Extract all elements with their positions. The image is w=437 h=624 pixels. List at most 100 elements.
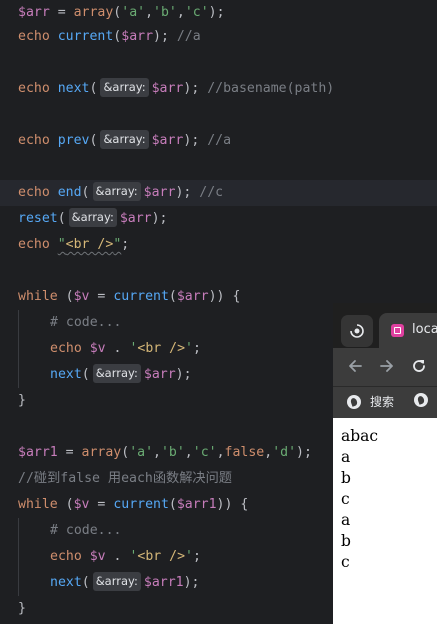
keyword-while: while [18,289,58,304]
bookmark-label: 搜索 [370,395,395,409]
reload-icon [413,360,425,372]
function-reset: reset [18,211,58,226]
bookmark-globe-icon [414,393,428,407]
keyword-echo: echo [18,185,50,200]
var-arr: $arr [151,81,184,96]
html-tag: <br /> [65,237,114,252]
bookmark-globe-icon [347,394,361,409]
function-next: next [50,575,82,590]
comment: //c [199,185,224,200]
quote: ' [185,549,193,564]
keyword-echo: echo [18,133,50,148]
comment: //a [207,133,232,148]
output-line: b [341,532,351,550]
operator: = [49,5,74,20]
keyword-false: false [224,445,265,460]
html-tag: <br /> [137,549,186,564]
tab-search-icon [350,324,364,338]
paren: ); [208,5,225,20]
code-line-1[interactable]: $arr = array('a','b','c'); [0,0,437,26]
var-arr: $arr [143,185,176,200]
var-arr: $arr [151,133,184,148]
code-line-2[interactable]: echo current($arr); //a [0,24,437,50]
var-arr1: $arr1 [18,445,58,460]
parameter-hint: &array: [92,363,141,383]
var-v: $v [73,497,90,512]
keyword-echo: echo [18,29,50,44]
quote: ' [185,341,193,356]
string: 'a' [129,445,154,460]
output-line: a [341,511,351,529]
string: 'c' [192,445,217,460]
keyword-echo: echo [18,237,50,252]
var-arr: $arr [121,29,154,44]
var-v: $v [89,549,106,564]
tab-title: loca [412,322,437,337]
output-line: abac [341,427,379,445]
comment: # code... [50,315,122,330]
favicon-icon [391,324,404,337]
html-string: "<br />" [58,237,122,252]
parameter-hint: &array: [92,181,141,201]
var-arr: $arr [176,289,209,304]
parameter-hint: &array: [100,77,149,97]
function-current: current [57,29,114,44]
reload-button[interactable] [409,356,429,376]
function-next: next [57,81,90,96]
forward-arrow-icon [380,360,393,372]
var-arr1: $arr1 [176,497,217,512]
code-line-4[interactable]: echo next(&array: $arr); //basename(path) [0,76,437,102]
parameter-hint: &array: [100,129,149,149]
function-prev: prev [57,133,90,148]
code-line-10[interactable]: echo "<br />"; [0,232,437,258]
var-arr: $arr [119,211,152,226]
browser-tab-bar: loca [333,303,437,348]
comment: //碰到false 用each函数解决问题 [18,471,232,486]
comment: # code... [50,523,122,538]
browser-toolbar [333,348,437,386]
string: 'c' [184,5,209,20]
tab-search-button[interactable] [341,315,373,347]
comma: , [176,5,185,20]
browser-window[interactable]: loca 搜索 abac a b c a b c [333,303,437,624]
semicolon: ; [121,237,130,252]
var-v: $v [89,341,106,356]
keyword-array: array [73,5,114,20]
brace: } [18,393,26,408]
parameter-hint: &array: [68,207,117,227]
html-tag: <br /> [137,341,186,356]
code-line-8-current[interactable]: echo end(&array: $arr); //c [0,180,437,206]
comment: //a [176,29,201,44]
bookmark-search[interactable]: 搜索 [347,393,394,410]
output-line: b [341,469,351,487]
function-current: current [113,497,169,512]
browser-tab-active[interactable]: loca [379,313,437,348]
brace: } [18,601,26,616]
code-line-9[interactable]: reset(&array: $arr); [0,206,437,232]
parameter-hint: &array: [92,571,141,591]
var-arr: $arr [18,5,50,20]
forward-button[interactable] [377,356,397,376]
output-line: a [341,448,351,466]
back-button[interactable] [345,356,365,376]
var-arr: $arr [143,367,176,382]
code-line-6[interactable]: echo prev(&array: $arr); //a [0,128,437,154]
function-next: next [50,367,82,382]
page-content: abac a b c a b c [333,418,437,624]
function-end: end [57,185,82,200]
comment: //basename(path) [207,81,335,96]
bookmarks-bar: 搜索 [333,386,437,418]
var-v: $v [73,289,90,304]
function-current: current [113,289,169,304]
bookmark-item-2[interactable] [414,393,428,407]
var-arr1: $arr1 [143,575,184,590]
comma: , [145,5,154,20]
output-line: c [341,553,350,571]
keyword-echo: echo [50,341,82,356]
quote: " [57,237,66,252]
back-arrow-icon [349,360,362,372]
output-line: c [341,490,350,508]
string: 'd' [272,445,297,460]
operator: . [105,549,130,564]
string: 'b' [153,5,177,20]
